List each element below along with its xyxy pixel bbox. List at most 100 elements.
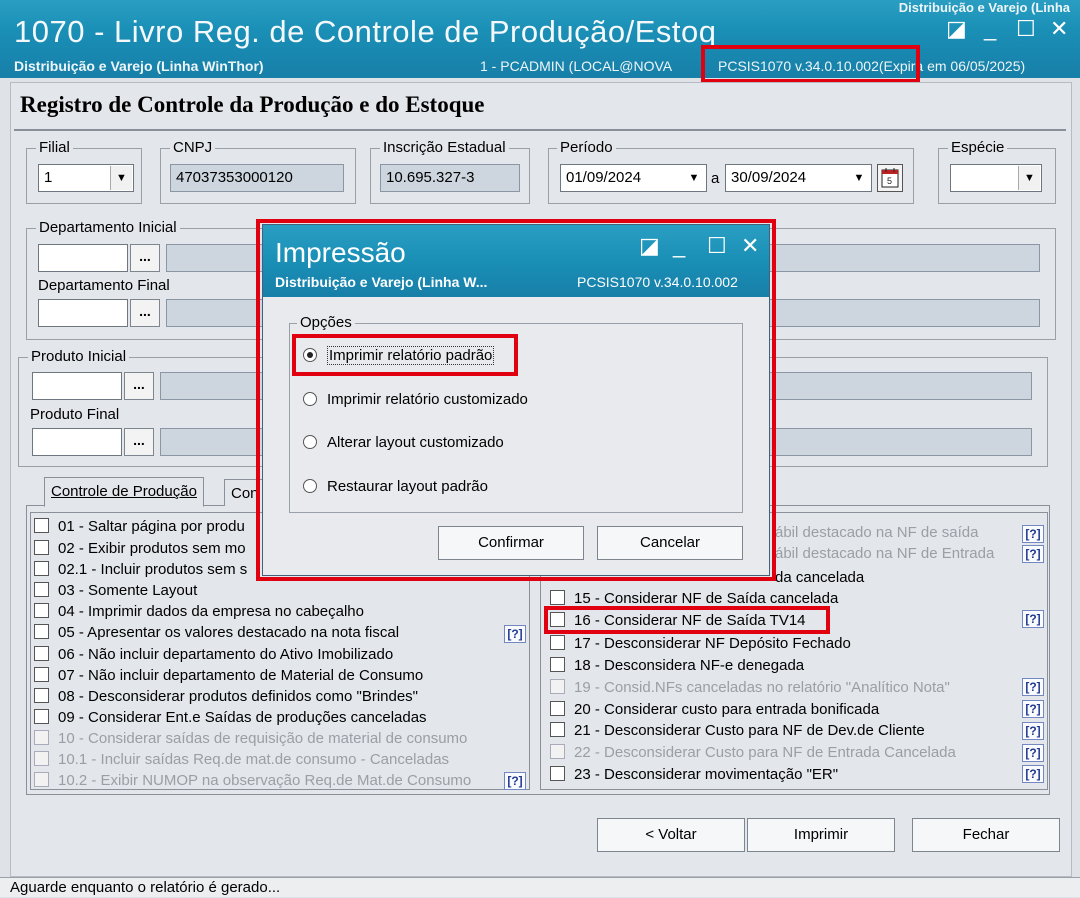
- window-subtitle: Distribuição e Varejo (Linha WinThor): [14, 58, 264, 74]
- prod-inicial-label: Produto Inicial: [28, 348, 130, 365]
- option-15[interactable]: 15 - Considerar NF de Saída cancelada: [550, 590, 838, 607]
- filial-label: Filial: [36, 139, 73, 156]
- option-20[interactable]: 20 - Considerar custo para entrada bonif…: [550, 701, 879, 718]
- dialog-version: PCSIS1070 v.34.0.10.002: [577, 274, 738, 290]
- especie-label: Espécie: [948, 139, 1008, 156]
- restore-layout-icon[interactable]: ◪: [639, 235, 660, 257]
- option-22: 22 - Desconsiderar Custo para NF de Entr…: [550, 744, 956, 761]
- chevron-down-icon[interactable]: ▼: [1018, 166, 1040, 190]
- prod-final-lookup-button[interactable]: ...: [124, 428, 154, 456]
- confirmar-button[interactable]: Confirmar: [438, 526, 584, 560]
- chevron-down-icon[interactable]: ▼: [848, 166, 870, 190]
- window-title: 1070 - Livro Reg. de Controle de Produçã…: [14, 14, 717, 49]
- cnpj-label: CNPJ: [170, 139, 216, 156]
- chevron-down-icon[interactable]: ▼: [110, 166, 132, 190]
- print-dialog: Impressão Distribuição e Varejo (Linha W…: [262, 224, 770, 576]
- fechar-button[interactable]: Fechar: [912, 818, 1060, 852]
- option-09[interactable]: 09 - Considerar Ent.e Saídas de produçõe…: [34, 709, 427, 726]
- radio-restaurar-layout[interactable]: Restaurar layout padrão: [303, 478, 488, 495]
- maximize-icon[interactable]: ☐: [1016, 18, 1036, 40]
- option-14-partial: da cancelada: [775, 569, 865, 586]
- prod-final-label: Produto Final: [30, 406, 120, 423]
- help-icon[interactable]: [?]: [1022, 744, 1044, 762]
- maximize-icon[interactable]: ☐: [707, 235, 727, 257]
- help-icon[interactable]: [?]: [1022, 722, 1044, 740]
- radio-alterar-layout[interactable]: Alterar layout customizado: [303, 434, 504, 451]
- status-bar: Aguarde enquanto o relatório é gerado...: [0, 877, 1080, 897]
- especie-select[interactable]: ▼: [950, 164, 1042, 192]
- help-icon[interactable]: [?]: [1022, 525, 1044, 543]
- version-highlight-box: [701, 45, 920, 83]
- option-10-2: 10.2 - Exibir NUMOP na observação Req.de…: [34, 772, 471, 789]
- ie-label: Inscrição Estadual: [380, 139, 509, 156]
- window-topcorner-text: Distribuição e Varejo (Linha: [898, 0, 1070, 15]
- option-17[interactable]: 17 - Desconsiderar NF Depósito Fechado: [550, 635, 851, 652]
- periodo-end-date[interactable]: 30/09/2024 ▼: [725, 164, 872, 192]
- dialog-titlebar: Impressão Distribuição e Varejo (Linha W…: [263, 225, 769, 297]
- ie-field: 10.695.327-3: [380, 164, 520, 192]
- option-19: 19 - Consid.NFs canceladas no relatório …: [550, 679, 950, 696]
- option-02-1[interactable]: 02.1 - Incluir produtos sem s: [34, 561, 247, 578]
- prod-final-input[interactable]: [32, 428, 122, 456]
- dept-final-label: Departamento Final: [38, 277, 170, 294]
- help-icon[interactable]: [?]: [1022, 765, 1044, 783]
- cnpj-field: 47037353000120: [170, 164, 344, 192]
- close-icon[interactable]: ✕: [1050, 18, 1068, 40]
- dialog-title: Impressão: [275, 237, 406, 268]
- help-icon[interactable]: [?]: [1022, 610, 1044, 628]
- help-icon[interactable]: [?]: [504, 625, 526, 643]
- periodo-start-date[interactable]: 01/09/2024 ▼: [560, 164, 707, 192]
- title-divider: [14, 129, 1066, 131]
- help-icon[interactable]: [?]: [1022, 678, 1044, 696]
- option-01[interactable]: 01 - Saltar página por produ: [34, 518, 245, 535]
- option-12-partial: ábil destacado na NF de saída: [775, 524, 979, 541]
- option-23[interactable]: 23 - Desconsiderar movimentação "ER": [550, 766, 838, 783]
- option-10-1: 10.1 - Incluir saídas Req.de mat.de cons…: [34, 751, 449, 768]
- minimize-icon[interactable]: _: [673, 235, 685, 257]
- option-08[interactable]: 08 - Desconsiderar produtos definidos co…: [34, 688, 418, 705]
- chevron-down-icon[interactable]: ▼: [683, 166, 705, 190]
- calendar-icon[interactable]: 5: [877, 164, 903, 192]
- filial-value: 1: [44, 169, 53, 186]
- user-info: 1 - PCADMIN (LOCAL@NOVA: [480, 58, 673, 74]
- voltar-button[interactable]: < Voltar: [597, 818, 745, 852]
- restore-layout-icon[interactable]: ◪: [946, 18, 967, 40]
- prod-inicial-input[interactable]: [32, 372, 122, 400]
- option-06[interactable]: 06 - Não incluir departamento do Ativo I…: [34, 646, 393, 663]
- option-02[interactable]: 02 - Exibir produtos sem mo: [34, 540, 246, 557]
- option-18[interactable]: 18 - Desconsidera NF-e denegada: [550, 657, 804, 674]
- option-21[interactable]: 21 - Desconsiderar Custo para NF de Dev.…: [550, 722, 925, 739]
- help-icon[interactable]: [?]: [1022, 700, 1044, 718]
- filial-select[interactable]: 1 ▼: [38, 164, 134, 192]
- periodo-label: Período: [557, 139, 616, 156]
- dept-final-input[interactable]: [38, 299, 128, 327]
- dialog-subtitle: Distribuição e Varejo (Linha W...: [275, 274, 488, 290]
- minimize-icon[interactable]: _: [984, 18, 996, 40]
- option-16-highlight-box: [544, 606, 830, 634]
- page-title: Registro de Controle da Produção e do Es…: [20, 92, 485, 117]
- option-07[interactable]: 07 - Não incluir departamento de Materia…: [34, 667, 423, 684]
- padrao-option-highlight-box: [292, 334, 518, 376]
- periodo-start-value: 01/09/2024: [566, 169, 642, 186]
- option-05[interactable]: 05 - Apresentar os valores destacado na …: [34, 624, 399, 641]
- dept-final-lookup-button[interactable]: ...: [130, 299, 160, 327]
- option-13-partial: ábil destacado na NF de Entrada: [775, 545, 995, 562]
- imprimir-button[interactable]: Imprimir: [747, 818, 895, 852]
- option-04[interactable]: 04 - Imprimir dados da empresa no cabeça…: [34, 603, 364, 620]
- prod-inicial-lookup-button[interactable]: ...: [124, 372, 154, 400]
- dept-inicial-label: Departamento Inicial: [36, 219, 180, 236]
- cancelar-button[interactable]: Cancelar: [597, 526, 743, 560]
- option-10: 10 - Considerar saídas de requisição de …: [34, 730, 467, 747]
- periodo-separator: a: [711, 170, 720, 187]
- dept-inicial-lookup-button[interactable]: ...: [130, 244, 160, 272]
- svg-text:5: 5: [887, 176, 892, 186]
- help-icon[interactable]: [?]: [1022, 545, 1044, 563]
- dept-inicial-input[interactable]: [38, 244, 128, 272]
- periodo-end-value: 30/09/2024: [731, 169, 807, 186]
- option-03[interactable]: 03 - Somente Layout: [34, 582, 197, 599]
- options-group-label: Opções: [297, 314, 355, 331]
- help-icon[interactable]: [?]: [504, 772, 526, 790]
- tab-controle-producao[interactable]: Controle de Produção: [44, 477, 204, 507]
- close-icon[interactable]: ✕: [741, 235, 759, 257]
- radio-imprimir-customizado[interactable]: Imprimir relatório customizado: [303, 391, 528, 408]
